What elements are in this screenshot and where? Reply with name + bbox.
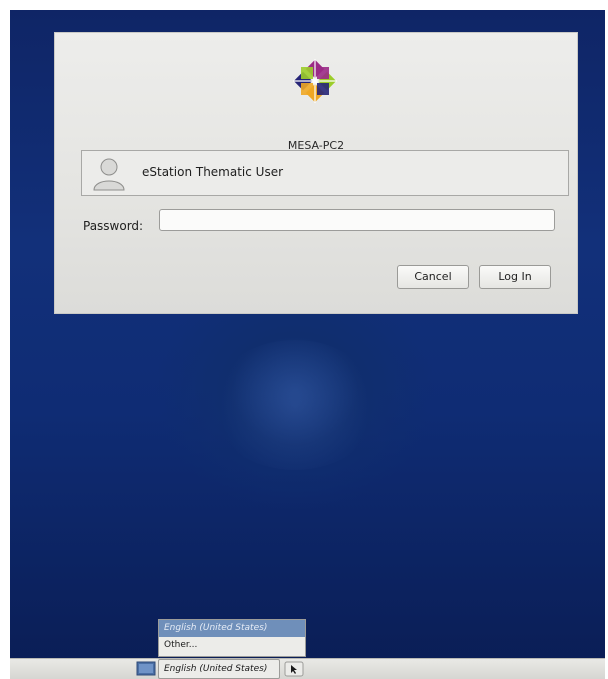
- centos-logo-icon: [293, 59, 337, 103]
- keyboard-icon[interactable]: [284, 661, 304, 677]
- cancel-button[interactable]: Cancel: [397, 265, 469, 289]
- menu-item-other[interactable]: Other...: [159, 637, 305, 654]
- password-label: Password:: [83, 219, 144, 233]
- bottom-panel: English (United States): [10, 658, 605, 679]
- menu-item-english[interactable]: English (United States): [159, 620, 305, 637]
- user-name-label: eStation Thematic User: [142, 165, 284, 179]
- log-in-button[interactable]: Log In: [479, 265, 551, 289]
- user-list-item[interactable]: eStation Thematic User: [81, 150, 569, 196]
- login-screen: MESA-PC2 eStation Thematic User Password…: [10, 10, 605, 679]
- background-glow: [210, 340, 380, 470]
- password-input[interactable]: [159, 209, 555, 231]
- flag-icon: [136, 661, 156, 676]
- user-avatar-icon: [93, 158, 125, 191]
- login-dialog: MESA-PC2 eStation Thematic User Password…: [54, 32, 578, 314]
- language-selector-button[interactable]: English (United States): [158, 659, 280, 679]
- language-menu: English (United States) Other...: [158, 619, 306, 657]
